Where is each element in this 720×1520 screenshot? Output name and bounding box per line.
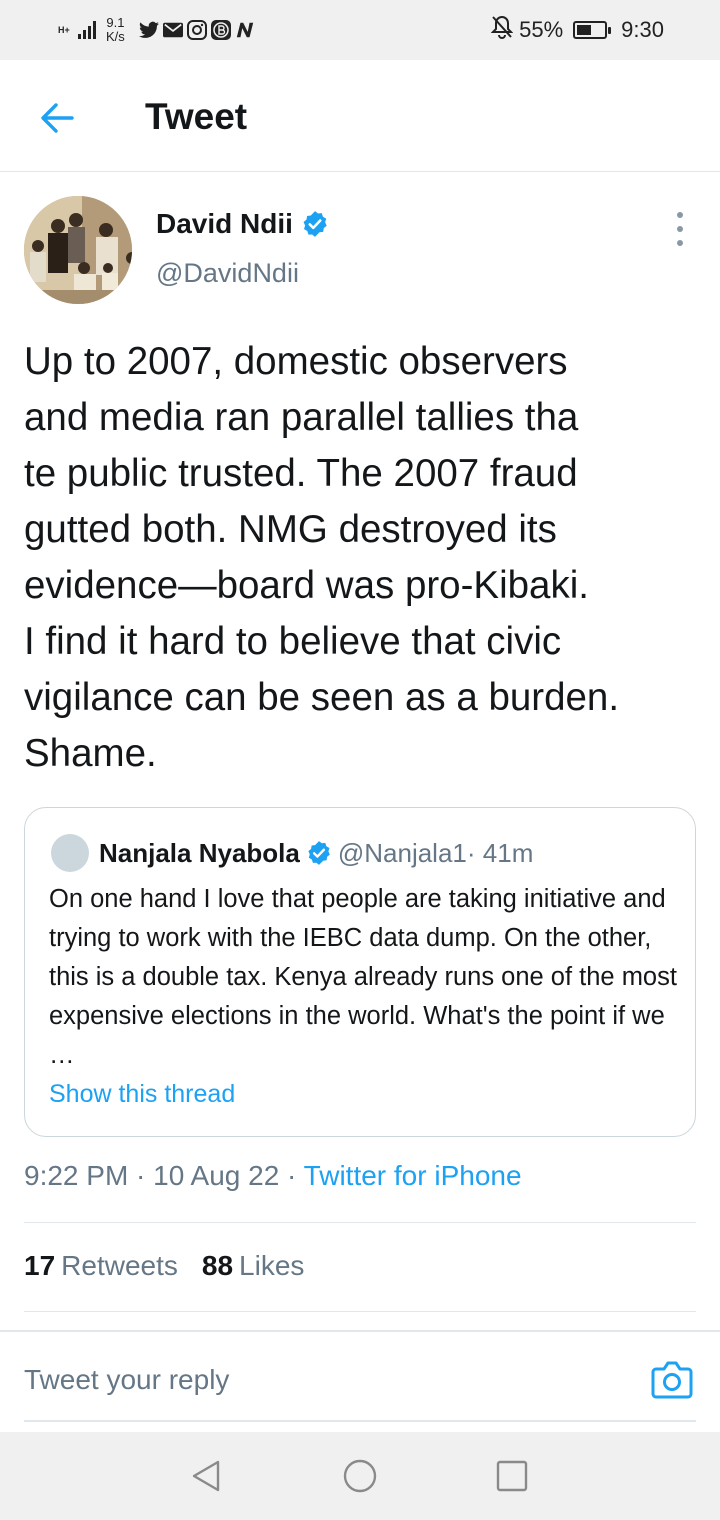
divider — [24, 1222, 696, 1223]
quoted-tweet-time: · 41m — [466, 837, 534, 868]
camera-icon[interactable] — [650, 1360, 694, 1400]
divider — [24, 1311, 696, 1312]
nav-home-icon[interactable] — [342, 1458, 378, 1494]
more-options-icon[interactable] — [668, 212, 692, 246]
b-app-icon — [210, 20, 231, 40]
likes-label: Likes — [239, 1250, 305, 1281]
tweet-stats: 17 Retweets 88 Likes — [24, 1250, 304, 1282]
quoted-author-avatar — [51, 834, 89, 872]
quoted-tweet-header: Nanjala Nyabola @Nanjala1 · 41m — [99, 834, 533, 872]
quoted-tweet-text: On one hand I love that people are takin… — [49, 885, 677, 1069]
notification-icons — [138, 20, 255, 40]
status-bar-right: 55% 9:30 — [490, 10, 664, 50]
n-app-icon — [235, 20, 255, 40]
quoted-author-handle: @Nanjala1 — [337, 837, 467, 868]
mail-icon — [162, 20, 183, 40]
status-bar: H+ 9.1 K/s 55% 9:30 — [0, 0, 720, 60]
system-nav-bar — [0, 1432, 720, 1520]
page-title: Tweet — [145, 96, 248, 137]
tweet-source-link[interactable]: Twitter for iPhone — [304, 1160, 522, 1191]
retweets-stat[interactable]: 17 Retweets — [24, 1250, 178, 1282]
instagram-icon — [186, 20, 207, 40]
battery-level — [577, 25, 592, 35]
signal-strength-icon — [78, 21, 96, 39]
mute-notifications-icon — [490, 15, 514, 45]
reply-bar-underline — [24, 1420, 696, 1422]
retweets-label: Retweets — [61, 1250, 178, 1281]
author-name[interactable]: David Ndii — [156, 208, 329, 240]
clock: 9:30 — [621, 17, 664, 42]
reply-bar-border — [0, 1330, 720, 1332]
back-arrow-icon[interactable] — [38, 98, 78, 138]
author-avatar[interactable] — [24, 196, 132, 304]
tweet-text: Up to 2007, domestic observers and media… — [24, 340, 620, 775]
app-header: Tweet — [0, 60, 720, 172]
author-handle[interactable]: @DavidNdii — [156, 258, 299, 289]
signal-type-label: H+ — [58, 24, 70, 35]
status-bar-left: H+ 9.1 K/s — [58, 10, 255, 50]
show-thread-link[interactable]: Show this thread — [49, 1080, 235, 1109]
quoted-author-name: Nanjala Nyabola — [99, 837, 300, 868]
battery-icon — [573, 21, 612, 39]
tweet-meta: 9:22 PM · 10 Aug 22 · Twitter for iPhone — [24, 1160, 522, 1192]
retweets-count: 17 — [24, 1250, 56, 1281]
nav-back-icon[interactable] — [188, 1458, 224, 1494]
reply-input[interactable]: Tweet your reply — [24, 1364, 229, 1396]
battery-percent: 55% — [519, 17, 564, 42]
nav-recents-icon[interactable] — [494, 1458, 530, 1494]
meta-separator: · — [279, 1160, 304, 1191]
verified-badge-icon — [308, 841, 330, 865]
tweet-timestamp: 9:22 PM · 10 Aug 22 — [24, 1160, 280, 1191]
likes-stat[interactable]: 88 Likes — [202, 1250, 305, 1282]
network-speed: 9.1 K/s — [106, 15, 125, 44]
verified-badge-icon — [303, 211, 327, 237]
likes-count: 88 — [201, 1250, 234, 1281]
quoted-tweet-card[interactable]: Nanjala Nyabola @Nanjala1 · 41m On one h… — [24, 807, 696, 1137]
twitter-icon — [138, 20, 159, 40]
